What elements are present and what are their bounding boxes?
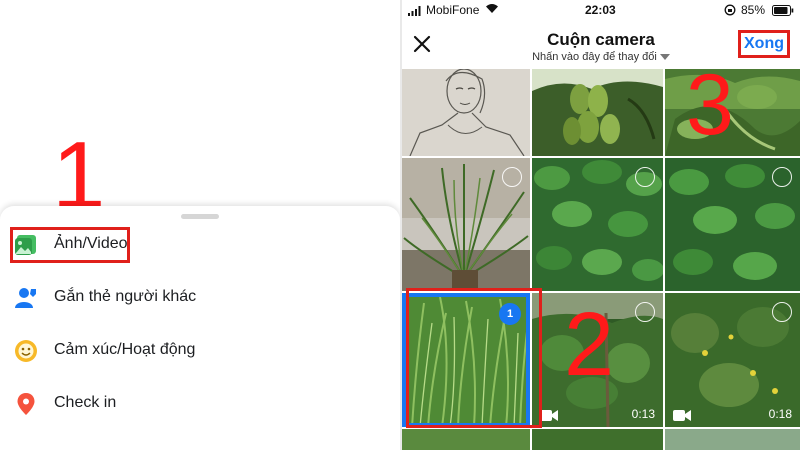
highlight-box-photo-video [10, 227, 130, 263]
done-button[interactable]: Xong [738, 30, 790, 58]
tag-people-icon [14, 286, 38, 310]
camera-roll-header: Cuộn camera Nhấn vào đây để thay đổi Xon… [402, 20, 800, 68]
smiley-icon [14, 339, 38, 363]
menu-label-feeling-activity: Cảm xúc/Hoạt động [54, 341, 196, 358]
sheet-drag-handle[interactable] [181, 214, 219, 219]
signal-icon [408, 5, 422, 19]
left-panel: 1 Ảnh/Video Gắn thẻ người khác Cảm xúc/H… [0, 0, 400, 450]
video-thumbnail[interactable]: 0:18 [665, 293, 800, 427]
step-number-3: 3 [686, 57, 734, 153]
photo-thumbnail[interactable] [532, 429, 663, 450]
select-circle[interactable] [772, 302, 792, 322]
select-circle[interactable] [502, 167, 522, 187]
photo-thumbnail[interactable] [402, 158, 530, 291]
photo-thumbnail[interactable] [532, 69, 663, 156]
menu-label-tag-people: Gắn thẻ người khác [54, 288, 197, 305]
clock: 22:03 [585, 3, 616, 17]
video-duration: 0:13 [631, 407, 655, 421]
photo-thumbnail[interactable] [402, 69, 530, 156]
photo-thumbnail[interactable] [402, 429, 530, 450]
video-camera-icon [540, 408, 558, 421]
chevron-down-icon [659, 51, 670, 63]
battery-icon [772, 5, 794, 19]
video-camera-icon [673, 408, 691, 421]
menu-label-check-in: Check in [54, 394, 117, 411]
orientation-lock-icon [724, 4, 736, 19]
wifi-icon [485, 3, 499, 17]
carrier-label: MobiFone [426, 3, 480, 17]
menu-item-check-in[interactable]: Check in [0, 382, 400, 426]
photo-thumbnail[interactable] [532, 158, 663, 291]
right-panel: MobiFone 22:03 85% Cuộn camera Nhấn vào … [402, 0, 800, 450]
action-sheet: Ảnh/Video Gắn thẻ người khác Cảm xúc/Hoạ… [0, 206, 400, 450]
highlight-box-selected-photo [406, 288, 542, 428]
album-switch-label: Nhấn vào đây để thay đổi [532, 51, 657, 63]
photo-thumbnail[interactable] [665, 429, 800, 450]
menu-item-feeling-activity[interactable]: Cảm xúc/Hoạt động [0, 329, 400, 373]
video-duration: 0:18 [768, 407, 792, 421]
photo-thumbnail[interactable] [665, 158, 800, 291]
select-circle[interactable] [772, 167, 792, 187]
step-number-2: 2 [564, 295, 615, 395]
status-bar: MobiFone 22:03 85% [402, 0, 800, 20]
menu-item-tag-people[interactable]: Gắn thẻ người khác [0, 276, 400, 320]
location-pin-icon [14, 392, 38, 416]
battery-percent: 85% [741, 3, 766, 17]
select-circle[interactable] [635, 167, 655, 187]
select-circle[interactable] [635, 302, 655, 322]
